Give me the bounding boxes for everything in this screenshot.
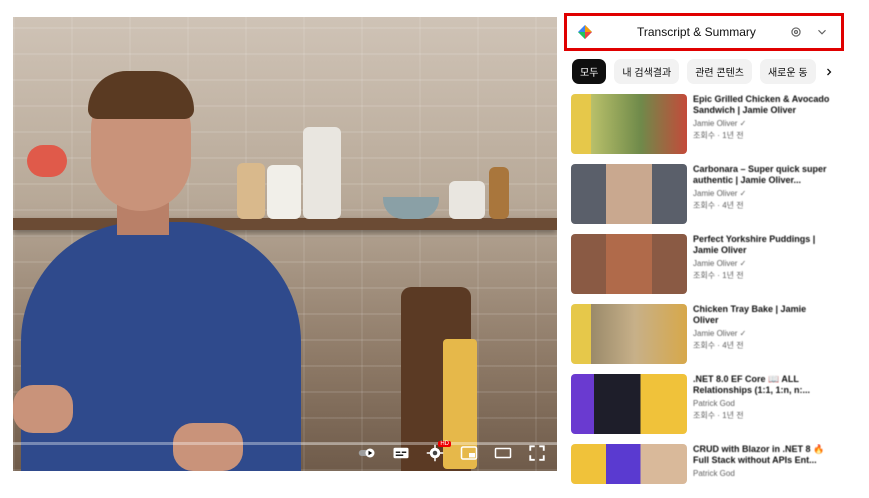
- video-person: [21, 222, 301, 471]
- chip-related[interactable]: 관련 콘텐츠: [687, 59, 752, 84]
- filter-chips: 모두 내 검색결과 관련 콘텐츠 새로운 동: [572, 59, 836, 84]
- autoplay-icon: [358, 448, 375, 458]
- video-stats: 조회수 · 1년 전: [693, 411, 744, 420]
- theater-icon: [494, 447, 512, 459]
- video-thumbnail[interactable]: [571, 374, 687, 434]
- hd-badge: HD: [438, 441, 451, 447]
- video-stats: 조회수 · 4년 전: [693, 201, 744, 210]
- theater-button[interactable]: [493, 445, 513, 461]
- video-title[interactable]: Perfect Yorkshire Puddings | Jamie Olive…: [693, 234, 833, 256]
- video-jar: [267, 165, 301, 219]
- transcript-summary-title: Transcript & Summary: [637, 25, 756, 39]
- video-title[interactable]: CRUD with Blazor in .NET 8 🔥 Full Stack …: [693, 444, 833, 466]
- video-flower: [27, 145, 67, 177]
- channel-name[interactable]: Patrick God: [693, 469, 833, 478]
- video-jar: [237, 163, 265, 219]
- list-item[interactable]: Chicken Tray Bake | Jamie Oliver Jamie O…: [571, 304, 833, 364]
- chevron-right-icon[interactable]: [822, 65, 836, 79]
- video-hand: [13, 385, 73, 433]
- channel-name[interactable]: Jamie Oliver ✓: [693, 329, 833, 338]
- channel-name[interactable]: Patrick God: [693, 399, 833, 408]
- list-item[interactable]: Epic Grilled Chicken & Avocado Sandwich …: [571, 94, 833, 154]
- video-stats: 조회수 · 4년 전: [693, 341, 744, 350]
- miniplayer-button[interactable]: [459, 445, 479, 461]
- fullscreen-button[interactable]: [527, 445, 547, 461]
- video-stats: 조회수 · 1년 전: [693, 271, 744, 280]
- video-title[interactable]: .NET 8.0 EF Core 📖 ALL Relationships (1:…: [693, 374, 833, 396]
- channel-name[interactable]: Jamie Oliver ✓: [693, 119, 833, 128]
- logo-icon: [577, 24, 593, 40]
- transcript-summary-panel[interactable]: Transcript & Summary: [564, 13, 844, 51]
- miniplayer-icon: [460, 446, 478, 460]
- channel-name[interactable]: Jamie Oliver ✓: [693, 189, 833, 198]
- video-title[interactable]: Carbonara – Super quick super authentic …: [693, 164, 833, 186]
- subtitles-icon: [393, 447, 409, 459]
- video-thumbnail[interactable]: [571, 234, 687, 294]
- video-title[interactable]: Epic Grilled Chicken & Avocado Sandwich …: [693, 94, 833, 116]
- video-thumbnail[interactable]: [571, 164, 687, 224]
- settings-button[interactable]: HD: [425, 441, 451, 462]
- autoplay-toggle[interactable]: [357, 445, 377, 461]
- video-thumbnail[interactable]: [571, 94, 687, 154]
- channel-name[interactable]: Jamie Oliver ✓: [693, 259, 833, 268]
- list-item[interactable]: Carbonara – Super quick super authentic …: [571, 164, 833, 224]
- video-hand: [173, 423, 243, 471]
- video-jar: [489, 167, 509, 219]
- chip-search-results[interactable]: 내 검색결과: [614, 59, 680, 84]
- video-player[interactable]: HD: [13, 17, 557, 471]
- video-stats: 조회수 · 1년 전: [693, 131, 744, 140]
- subtitles-button[interactable]: [391, 445, 411, 461]
- chip-new[interactable]: 새로운 동: [759, 59, 816, 84]
- chevron-down-icon[interactable]: [813, 23, 831, 41]
- list-item[interactable]: .NET 8.0 EF Core 📖 ALL Relationships (1:…: [571, 374, 833, 434]
- video-thumbnail[interactable]: [571, 304, 687, 364]
- video-jar: [303, 127, 341, 219]
- recommendation-list: Epic Grilled Chicken & Avocado Sandwich …: [571, 94, 833, 494]
- gear-icon[interactable]: [787, 23, 805, 41]
- video-title[interactable]: Chicken Tray Bake | Jamie Oliver: [693, 304, 833, 326]
- list-item[interactable]: Perfect Yorkshire Puddings | Jamie Olive…: [571, 234, 833, 294]
- video-shelf: [13, 218, 557, 230]
- video-jar: [449, 181, 485, 219]
- player-controls: HD: [357, 441, 547, 462]
- video-thumbnail[interactable]: [571, 444, 687, 484]
- chip-all[interactable]: 모두: [572, 59, 607, 84]
- list-item[interactable]: CRUD with Blazor in .NET 8 🔥 Full Stack …: [571, 444, 833, 484]
- fullscreen-icon: [529, 445, 545, 461]
- video-person-hair: [88, 71, 194, 119]
